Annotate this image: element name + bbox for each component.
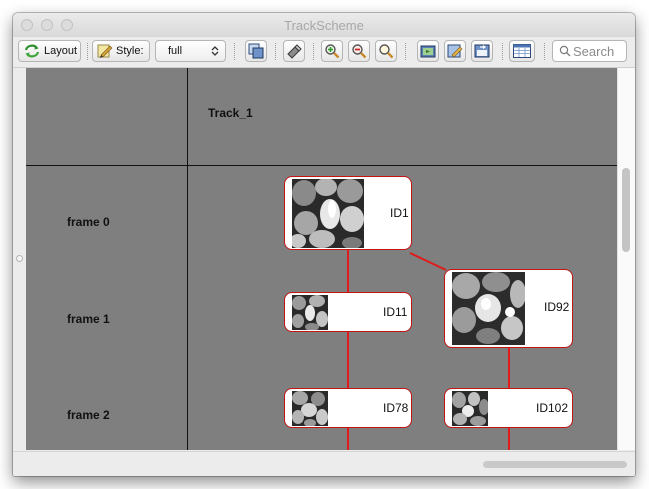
trackscheme-canvas[interactable]: Track_1 frame 0 frame 1 frame 2 ID1 ID92…	[26, 68, 617, 450]
spot-thumbnail	[292, 295, 328, 330]
zoom-fit-icon	[379, 44, 394, 59]
spot-thumbnail	[452, 391, 488, 426]
chevron-updown-icon	[211, 46, 219, 56]
spot-node[interactable]: ID11	[284, 292, 412, 332]
spot-thumbnail	[292, 179, 364, 248]
toolbar-separator	[234, 43, 235, 60]
spot-node[interactable]: ID102	[444, 388, 573, 428]
spot-thumbnail	[452, 272, 525, 345]
spot-id-label: ID102	[536, 401, 569, 415]
style-button[interactable]: Style:	[92, 40, 150, 62]
search-placeholder: Search	[573, 43, 615, 59]
layout-icon	[24, 44, 40, 58]
search-icon	[559, 45, 571, 57]
table-icon	[513, 44, 531, 58]
toolbar-separator	[502, 43, 503, 60]
spot-thumbnail	[292, 391, 328, 426]
style-select[interactable]: full	[155, 40, 226, 62]
toolbar-separator	[544, 43, 545, 60]
horizontal-scrollbar-thumb[interactable]	[483, 461, 627, 468]
spot-node[interactable]: ID78	[284, 388, 412, 428]
spot-id-label: ID11	[383, 305, 408, 319]
table-button[interactable]	[509, 40, 535, 62]
vertical-scrollbar[interactable]	[617, 68, 635, 450]
spot-node[interactable]: ID92	[444, 269, 573, 348]
layout-button-label: Layout	[44, 45, 78, 57]
edit-icon	[447, 44, 463, 58]
capture-icon	[420, 45, 436, 58]
layout-button[interactable]: Layout	[18, 40, 81, 62]
bottom-status-bar	[13, 451, 635, 476]
toolbar-separator	[275, 43, 276, 60]
edit-button[interactable]	[444, 40, 466, 62]
zoom-in-icon	[325, 44, 340, 59]
toolbar: Layout Style: full Search	[13, 37, 635, 68]
window-title: TrackScheme	[284, 18, 364, 33]
split-pane-handle[interactable]	[16, 255, 23, 262]
style-icon	[97, 44, 113, 58]
select-all-icon	[248, 43, 264, 59]
zoom-fit-button[interactable]	[375, 40, 397, 62]
zoom-out-button[interactable]	[348, 40, 370, 62]
toolbar-separator	[87, 43, 88, 60]
zoom-in-button[interactable]	[321, 40, 343, 62]
select-all-button[interactable]	[245, 40, 267, 62]
vertical-scrollbar-thumb[interactable]	[622, 168, 630, 252]
eraser-button[interactable]	[283, 40, 305, 62]
export-icon	[474, 44, 490, 58]
capture-button[interactable]	[417, 40, 439, 62]
export-button[interactable]	[471, 40, 493, 62]
trackscheme-window: TrackScheme Layout Style: full Search Tr…	[13, 13, 635, 476]
spot-id-label: ID78	[383, 401, 409, 415]
style-button-label: Style:	[116, 45, 144, 57]
spot-node[interactable]: ID1	[284, 176, 412, 250]
toolbar-separator	[405, 43, 406, 60]
spot-id-label: ID92	[544, 300, 570, 314]
eraser-icon	[287, 44, 302, 59]
toolbar-separator	[313, 43, 314, 60]
title-bar: TrackScheme	[13, 13, 635, 38]
style-select-value: full	[168, 45, 183, 57]
spot-id-label: ID1	[390, 206, 409, 220]
zoom-out-icon	[352, 44, 367, 59]
search-field[interactable]: Search	[552, 40, 627, 62]
